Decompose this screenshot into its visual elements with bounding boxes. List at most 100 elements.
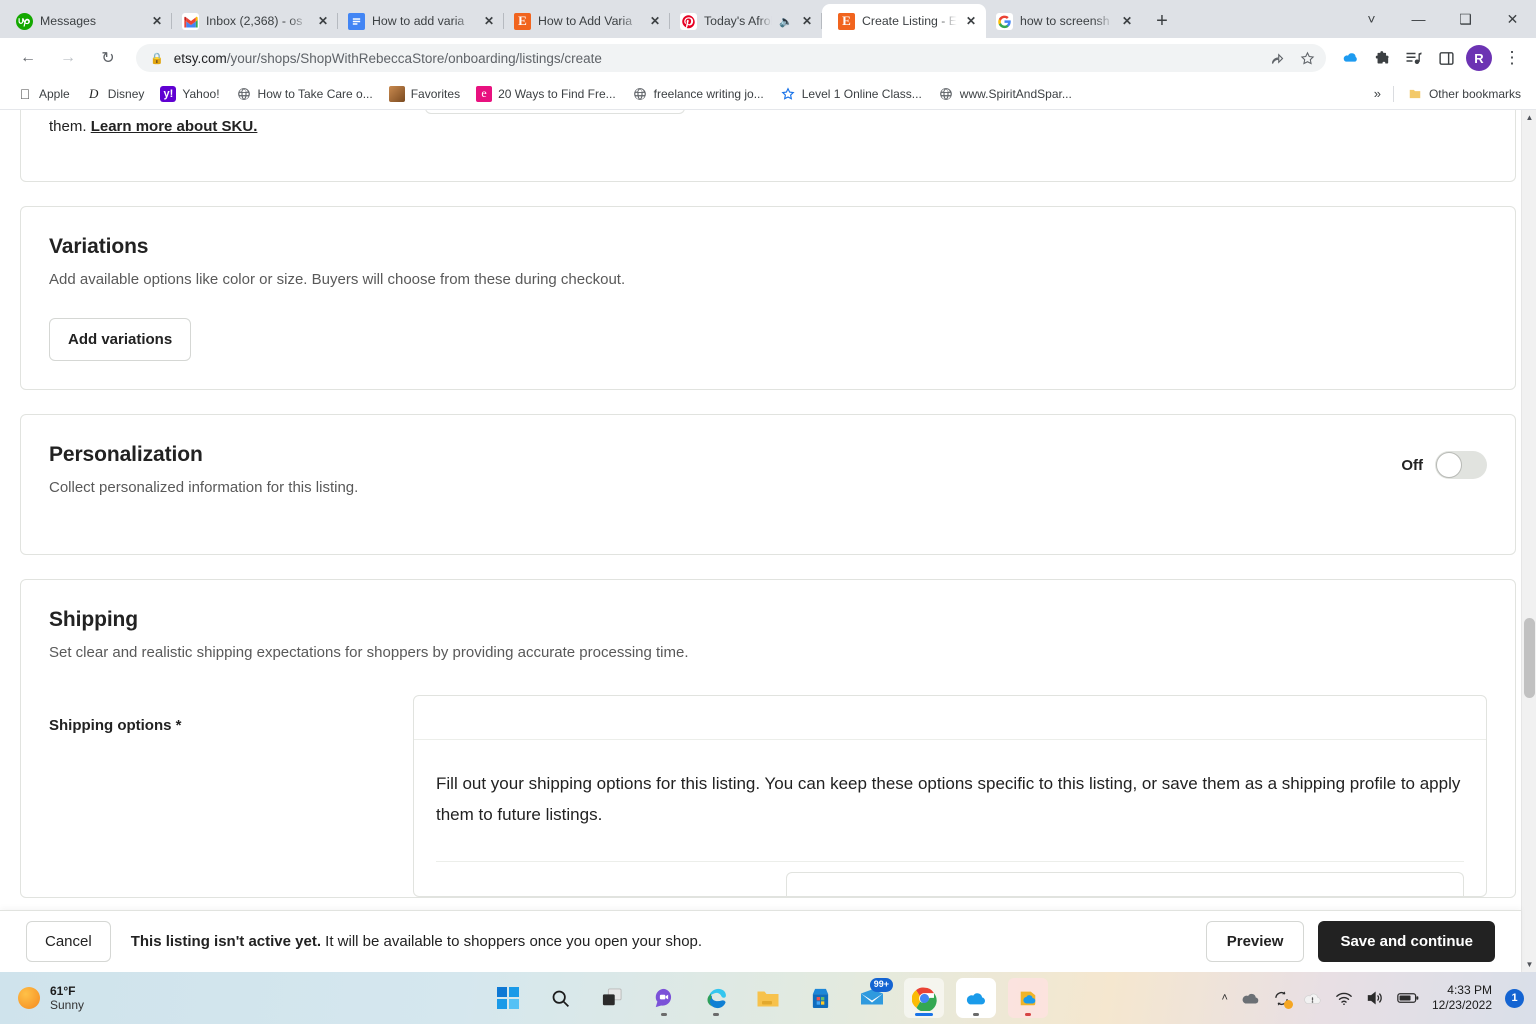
- clock-time: 4:33 PM: [1447, 983, 1492, 997]
- dropbox-button[interactable]: [1008, 978, 1048, 1018]
- tab-title: How to add varia: [372, 14, 465, 28]
- browser-tab[interactable]: Inbox (2,368) - os ✕: [172, 4, 338, 38]
- doc-icon: [348, 12, 365, 30]
- tab-close-icon[interactable]: ✕: [964, 15, 978, 27]
- tab-close-icon[interactable]: ✕: [800, 15, 814, 27]
- taskbar-weather-widget[interactable]: 61°F Sunny: [0, 984, 84, 1013]
- page-scrollbar[interactable]: ▲ ▼: [1521, 110, 1536, 972]
- bookmark-label: Disney: [107, 86, 145, 101]
- star-icon[interactable]: [1294, 45, 1320, 71]
- listing-form: them. Learn more about SKU. Variations A…: [0, 110, 1536, 898]
- taskbar-clock[interactable]: 4:33 PM 12/23/2022: [1432, 983, 1492, 1013]
- personalization-toggle-group[interactable]: Off: [1401, 443, 1487, 479]
- learn-more-about-sku-link[interactable]: Learn more about SKU.: [91, 118, 258, 135]
- browser-tab[interactable]: Messages ✕: [6, 4, 172, 38]
- scroll-up-arrow-icon[interactable]: ▲: [1522, 110, 1536, 125]
- bookmark-item[interactable]:  Apple: [10, 82, 77, 106]
- system-tray: ˄ 4:33 PM 12/23/2022 1: [1222, 983, 1524, 1013]
- sku-input[interactable]: [425, 110, 685, 114]
- shipping-options-body: Fill out your shipping options for this …: [414, 740, 1486, 896]
- browser-tab[interactable]: Today's Afrob 🔈 ✕: [670, 4, 822, 38]
- cancel-button[interactable]: Cancel: [26, 921, 111, 962]
- reload-arrow-icon[interactable]: ↻: [93, 43, 123, 73]
- globe-icon: [236, 86, 252, 102]
- personalization-toggle[interactable]: [1435, 451, 1487, 479]
- windows-taskbar: 61°F Sunny 99+ ˄ 4:33 PM 12/23/2022 1: [0, 972, 1536, 1024]
- reading-list-icon[interactable]: [1399, 43, 1429, 73]
- tab-close-icon[interactable]: ✕: [150, 15, 164, 27]
- onedrive-alert-icon[interactable]: [1303, 991, 1322, 1005]
- chrome-button[interactable]: [904, 978, 944, 1018]
- show-hidden-icons-chevron-icon[interactable]: ˄: [1222, 992, 1228, 1004]
- toggle-knob: [1436, 452, 1462, 478]
- app-active-indicator: [915, 1013, 933, 1016]
- microsoft-store-button[interactable]: [800, 978, 840, 1018]
- browser-tab-active[interactable]: E Create Listing - E ✕: [822, 4, 986, 38]
- tab-title: How to Add Varia: [538, 14, 633, 28]
- bookmark-item[interactable]: y! Yahoo!: [153, 82, 226, 106]
- personalization-card: Personalization Collect personalized inf…: [20, 414, 1516, 555]
- new-tab-button[interactable]: +: [1148, 7, 1176, 35]
- bookmark-label: Favorites: [410, 86, 461, 101]
- bookmark-item[interactable]: freelance writing jo...: [625, 82, 771, 106]
- address-bar[interactable]: 🔒 etsy.com/your/shops/ShopWithRebeccaSto…: [136, 44, 1326, 72]
- scroll-down-arrow-icon[interactable]: ▼: [1522, 957, 1536, 972]
- browser-tab[interactable]: E How to Add Varia ✕: [504, 4, 670, 38]
- three-dot-menu-icon[interactable]: ⋮: [1497, 43, 1527, 73]
- chat-button[interactable]: [644, 978, 684, 1018]
- tab-close-icon[interactable]: ✕: [1120, 15, 1134, 27]
- other-bookmarks-button[interactable]: Other bookmarks: [1400, 82, 1528, 106]
- browser-tab[interactable]: how to screensh ✕: [986, 4, 1142, 38]
- tab-close-icon[interactable]: ✕: [316, 15, 330, 27]
- bookmark-item[interactable]: Favorites: [382, 82, 467, 106]
- profile-avatar[interactable]: R: [1466, 45, 1492, 71]
- sync-icon[interactable]: [1273, 990, 1293, 1009]
- onedrive-button[interactable]: [956, 978, 996, 1018]
- bookmark-label: www.SpiritAndSpar...: [959, 86, 1072, 101]
- sun-icon: [18, 987, 40, 1009]
- folder-icon: [1407, 86, 1423, 102]
- back-arrow-icon[interactable]: ←: [13, 43, 43, 73]
- bookmarks-overflow-button[interactable]: »: [1368, 86, 1387, 101]
- cloud-icon[interactable]: [1241, 991, 1260, 1005]
- gmail-icon: [182, 12, 199, 30]
- puzzle-icon[interactable]: [1367, 43, 1397, 73]
- minimize-button[interactable]: —: [1395, 0, 1442, 38]
- close-window-button[interactable]: ✕: [1489, 0, 1536, 38]
- mail-button[interactable]: 99+: [852, 978, 893, 1018]
- add-variations-button[interactable]: Add variations: [49, 318, 192, 361]
- tab-audio-icon[interactable]: 🔈: [779, 15, 793, 28]
- bookmark-item[interactable]: How to Take Care o...: [229, 82, 380, 106]
- tab-close-icon[interactable]: ✕: [482, 15, 496, 27]
- bookmark-item[interactable]: e 20 Ways to Find Fre...: [469, 82, 623, 106]
- task-view-button[interactable]: [592, 978, 632, 1018]
- maximize-button[interactable]: ❑: [1442, 0, 1489, 38]
- file-explorer-button[interactable]: [748, 978, 788, 1018]
- edge-button[interactable]: [696, 978, 736, 1018]
- cloud-icon[interactable]: [1335, 43, 1365, 73]
- save-and-continue-button[interactable]: Save and continue: [1318, 921, 1495, 962]
- search-button[interactable]: [540, 978, 580, 1018]
- wifi-icon[interactable]: [1335, 991, 1353, 1006]
- share-icon[interactable]: [1264, 45, 1290, 71]
- elementor-icon: e: [476, 85, 493, 102]
- battery-icon[interactable]: [1397, 991, 1419, 1005]
- tab-strip: Messages ✕ Inbox (2,368) - os ✕ How to a…: [0, 0, 1536, 38]
- bookmark-item[interactable]: Level 1 Online Class...: [773, 82, 929, 106]
- volume-icon[interactable]: [1366, 990, 1384, 1006]
- forward-arrow-icon[interactable]: →: [53, 43, 83, 73]
- preview-button[interactable]: Preview: [1205, 921, 1305, 962]
- start-button[interactable]: [488, 978, 528, 1018]
- scrollbar-thumb[interactable]: [1524, 618, 1535, 698]
- bookmark-item[interactable]: www.SpiritAndSpar...: [931, 82, 1079, 106]
- tab-title: how to screensh: [1020, 14, 1110, 28]
- notification-badge[interactable]: 1: [1505, 988, 1524, 1008]
- weather-temperature: 61°F: [50, 983, 76, 998]
- tab-search-chevron-icon[interactable]: ˅: [1348, 0, 1395, 38]
- side-panel-icon[interactable]: [1431, 43, 1461, 73]
- tab-close-icon[interactable]: ✕: [648, 15, 662, 27]
- browser-tab[interactable]: How to add varia ✕: [338, 4, 504, 38]
- clock-date: 12/23/2022: [1431, 998, 1492, 1012]
- shipping-subtitle: Set clear and realistic shipping expecta…: [49, 644, 689, 661]
- bookmark-item[interactable]: D Disney: [79, 82, 152, 106]
